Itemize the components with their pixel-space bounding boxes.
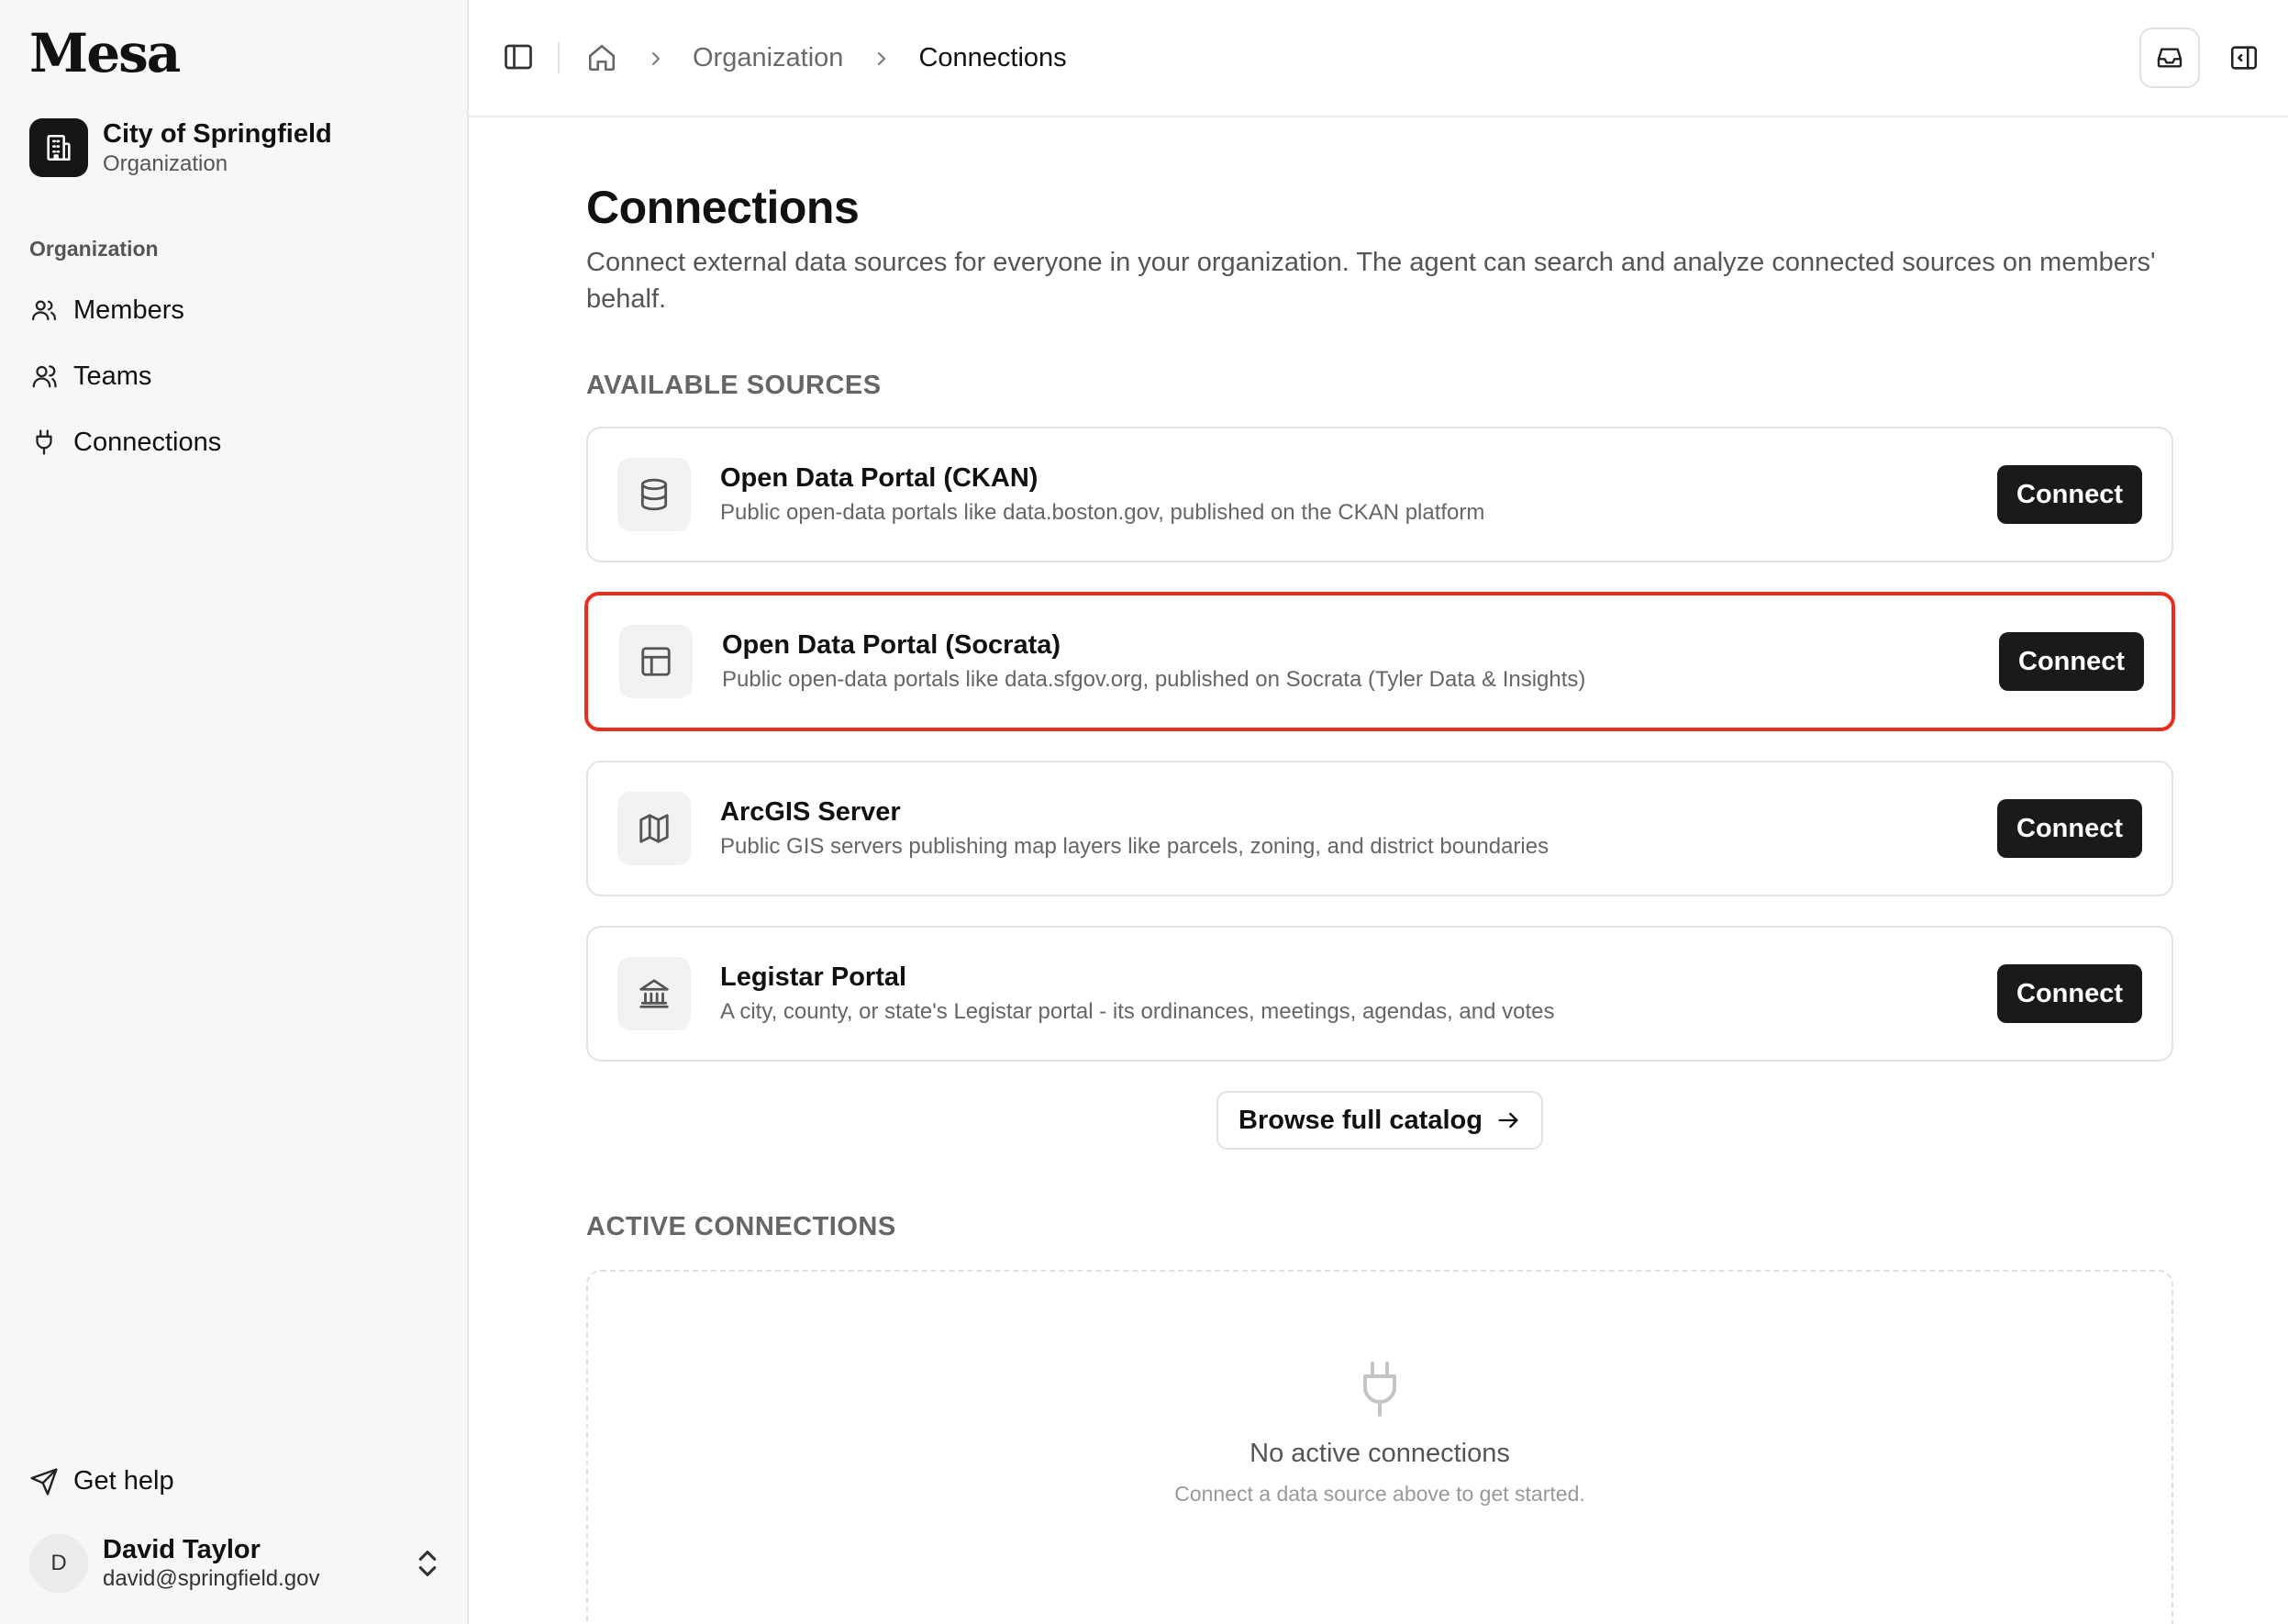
plug-icon (1358, 1360, 1402, 1418)
connect-button-legistar[interactable]: Connect (1997, 964, 2142, 1023)
org-type: Organization (103, 151, 228, 176)
sidebar-item-connections[interactable]: Connections (29, 417, 442, 468)
sidebar: Mesa City of Springfield Organization Or… (0, 0, 469, 1624)
inbox-button[interactable] (2139, 28, 2200, 88)
connect-button-ckan[interactable]: Connect (1997, 465, 2142, 524)
sidebar-item-label: Teams (73, 361, 152, 391)
brand-logo[interactable]: Mesa (29, 22, 181, 84)
empty-state: No active connections Connect a data sou… (586, 1270, 2173, 1624)
org-name: City of Springfield (103, 119, 332, 149)
connect-button-arcgis[interactable]: Connect (1997, 799, 2142, 858)
chevron-right-icon (645, 47, 667, 69)
topbar: Organization Connections (469, 0, 2288, 117)
chevron-up-down-icon[interactable] (413, 1545, 442, 1582)
source-description: Public open-data portals like data.sfgov… (722, 667, 1586, 692)
user-pair-icon (29, 362, 59, 391)
app-root: Mesa City of Springfield Organization Or… (0, 0, 2288, 1624)
divider (558, 42, 560, 73)
sidebar-toggle-icon[interactable] (502, 40, 535, 73)
browse-catalog-button[interactable]: Browse full catalog (1216, 1091, 1543, 1150)
source-description: Public open-data portals like data.bosto… (720, 500, 1485, 525)
avatar: D (29, 1534, 88, 1593)
sidebar-item-members[interactable]: Members (29, 284, 442, 336)
active-connections-heading: ACTIVE CONNECTIONS (586, 1212, 896, 1241)
empty-state-subtitle: Connect a data source above to get start… (1174, 1482, 1585, 1506)
sidebar-nav: Members Teams Connections (29, 284, 442, 483)
source-title: Open Data Portal (Socrata) (722, 630, 1061, 660)
user-email: david@springfield.gov (103, 1566, 320, 1591)
breadcrumb-current: Connections (918, 42, 1067, 72)
breadcrumb: Organization Connections (586, 40, 1067, 75)
sidebar-item-teams[interactable]: Teams (29, 350, 442, 402)
table-icon (619, 625, 693, 698)
source-title: ArcGIS Server (720, 797, 901, 827)
org-switcher[interactable]: City of Springfield Organization (29, 117, 332, 178)
chevron-right-icon (871, 47, 893, 69)
get-help-link[interactable]: Get help (29, 1466, 174, 1496)
source-description: Public GIS servers publishing map layers… (720, 834, 1549, 859)
source-card-legistar: Legistar Portal A city, county, or state… (586, 926, 2173, 1062)
source-description: A city, county, or state's Legistar port… (720, 999, 1555, 1024)
sidebar-item-label: Connections (73, 427, 222, 457)
building-icon (29, 118, 88, 177)
right-panel-toggle-icon[interactable] (2227, 41, 2260, 74)
map-icon (617, 792, 691, 865)
nav-heading: Organization (29, 237, 159, 261)
source-title: Legistar Portal (720, 962, 907, 992)
browse-catalog-label: Browse full catalog (1238, 1105, 1483, 1135)
connections-page: Connections Connect external data source… (584, 117, 2175, 1624)
source-card-socrata: Open Data Portal (Socrata) Public open-d… (584, 592, 2175, 731)
users-icon (29, 295, 59, 325)
send-icon (29, 1467, 59, 1496)
arrow-right-icon (1495, 1107, 1521, 1133)
get-help-label: Get help (73, 1466, 174, 1496)
source-list: Open Data Portal (CKAN) Public open-data… (584, 427, 2175, 1062)
page-description: Connect external data sources for everyo… (586, 248, 2156, 314)
available-sources-heading: AVAILABLE SOURCES (586, 371, 882, 400)
user-menu[interactable]: D David Taylor david@springfield.gov (29, 1534, 442, 1593)
sidebar-item-label: Members (73, 295, 184, 325)
plug-icon (29, 428, 59, 457)
home-icon[interactable] (586, 42, 617, 73)
source-card-arcgis: ArcGIS Server Public GIS servers publish… (586, 761, 2173, 896)
breadcrumb-organization[interactable]: Organization (693, 43, 843, 73)
landmark-icon (617, 957, 691, 1030)
empty-state-title: No active connections (1250, 1439, 1510, 1468)
connect-button-socrata[interactable]: Connect (1999, 632, 2144, 691)
user-name: David Taylor (103, 1535, 261, 1564)
source-card-ckan: Open Data Portal (CKAN) Public open-data… (586, 427, 2173, 562)
page-title: Connections (586, 182, 860, 233)
main-content: Organization Connections Connections Con… (469, 0, 2288, 1624)
database-icon (617, 458, 691, 531)
source-title: Open Data Portal (CKAN) (720, 463, 1038, 493)
inbox-icon (2157, 48, 2182, 68)
